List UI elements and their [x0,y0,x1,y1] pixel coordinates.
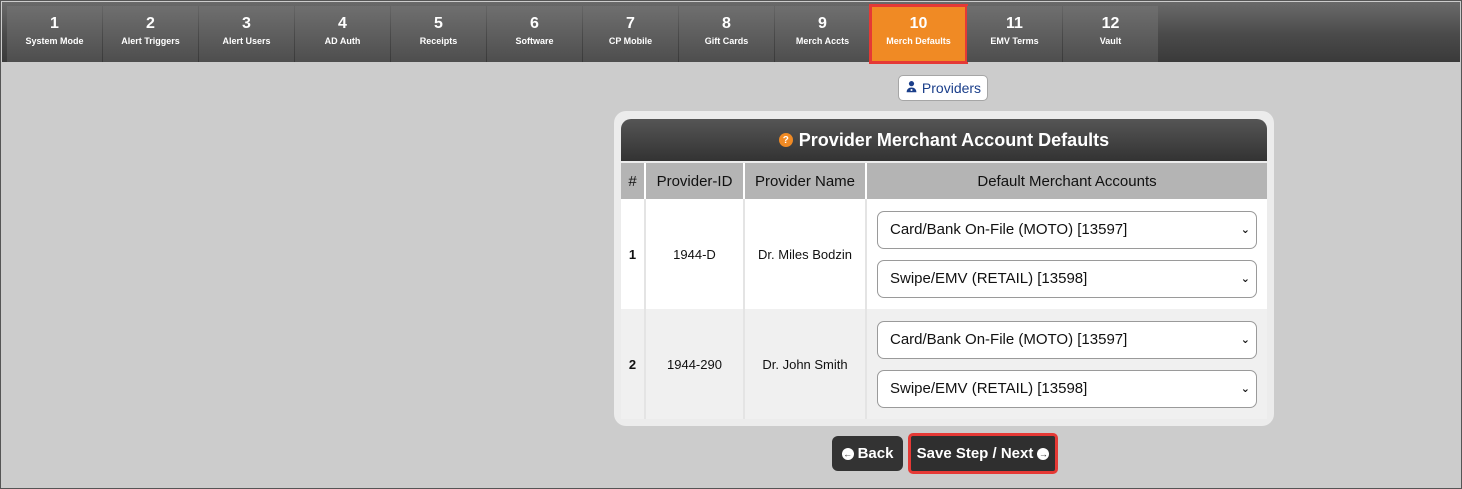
provider-defaults-panel: ? Provider Merchant Account Defaults # P… [614,111,1274,426]
step-label: Alert Triggers [121,36,180,46]
step-label: Merch Accts [795,36,850,46]
panel-header: ? Provider Merchant Account Defaults [621,119,1267,161]
step-number: 3 [242,15,251,32]
wizard-step-bar: 1 System Mode 2 Alert Triggers 3 Alert User… [2,2,1460,64]
step-number: 1 [50,15,59,32]
step-1[interactable]: 1 System Mode [7,6,102,62]
step-4[interactable]: 4 AD Auth [295,6,390,62]
provider-id: 1944-D [645,199,745,309]
save-next-button[interactable]: Save Step / Next → [908,433,1058,474]
save-next-label: Save Step / Next [916,445,1034,462]
row-index: 1 [621,199,646,309]
accounts-cell: Card/Bank On-File (MOTO) [13597] ⌄ Swipe/… [866,309,1267,419]
table-header-row: # Provider-ID Provider Name Default Merc… [621,163,1267,199]
providers-label: Providers [921,80,982,96]
step-10-active[interactable]: 10 Merch Defaults [869,4,968,64]
step-number: 4 [338,15,347,32]
chevron-down-icon: ⌄ [1240,334,1250,346]
arrow-circle-right-icon: → [1037,447,1050,460]
column-header-default-accounts: Default Merchant Accounts [866,163,1267,199]
select-value: Card/Bank On-File (MOTO) [13597] [890,221,1128,238]
step-label: EMV Terms [990,36,1039,46]
providers-button[interactable]: Providers [898,75,988,101]
retail-account-select[interactable]: Swipe/EMV (RETAIL) [13598] ⌄ [877,369,1257,408]
step-label: System Mode [25,36,84,46]
step-number: 7 [626,15,635,32]
column-header-provider-id: Provider-ID [645,163,745,199]
step-2[interactable]: 2 Alert Triggers [103,6,198,62]
arrow-circle-left-icon: ← [841,447,854,460]
step-7[interactable]: 7 CP Mobile [583,6,678,62]
step-label: AD Auth [324,36,361,46]
back-label: Back [857,445,894,462]
table-row: 2 1944-290 Dr. John Smith Card/Bank On-F… [621,309,1267,419]
provider-id: 1944-290 [645,309,745,419]
step-label: Software [515,36,554,46]
chevron-down-icon: ⌄ [1240,224,1250,236]
step-label: CP Mobile [608,36,653,46]
row-index: 2 [621,309,646,419]
column-header-index: # [621,163,646,199]
provider-name: Dr. John Smith [744,309,867,419]
select-value: Swipe/EMV (RETAIL) [13598] [890,270,1088,287]
providers-table: # Provider-ID Provider Name Default Merc… [621,163,1267,419]
step-6[interactable]: 6 Software [487,6,582,62]
back-button[interactable]: ← Back [832,436,903,471]
step-label: Receipts [419,36,458,46]
step-label: Merch Defaults [886,36,951,46]
step-5[interactable]: 5 Receipts [391,6,486,62]
step-number: 2 [146,15,155,32]
chevron-down-icon: ⌄ [1240,273,1250,285]
step-9[interactable]: 9 Merch Accts [775,6,870,62]
step-label: Alert Users [222,36,271,46]
question-circle-icon[interactable]: ? [778,133,793,147]
step-11[interactable]: 11 EMV Terms [967,6,1062,62]
moto-account-select[interactable]: Card/Bank On-File (MOTO) [13597] ⌄ [877,320,1257,359]
table-row: 1 1944-D Dr. Miles Bodzin Card/Bank On-F… [621,199,1267,309]
step-label: Vault [1099,36,1122,46]
provider-name: Dr. Miles Bodzin [744,199,867,309]
step-number: 5 [434,15,443,32]
select-value: Swipe/EMV (RETAIL) [13598] [890,380,1088,397]
panel-title: Provider Merchant Account Defaults [798,129,1110,150]
step-number: 6 [530,15,539,32]
moto-account-select[interactable]: Card/Bank On-File (MOTO) [13597] ⌄ [877,210,1257,249]
column-header-provider-name: Provider Name [744,163,867,199]
step-number: 12 [1101,15,1120,32]
step-8[interactable]: 8 Gift Cards [679,6,774,62]
step-number: 8 [722,15,731,32]
steps-list: 1 System Mode 2 Alert Triggers 3 Alert User… [7,4,1158,64]
select-value: Card/Bank On-File (MOTO) [13597] [890,331,1128,348]
step-label: Gift Cards [704,36,749,46]
step-number: 10 [909,15,928,32]
step-number: 11 [1006,15,1023,32]
accounts-cell: Card/Bank On-File (MOTO) [13597] ⌄ Swipe/… [866,199,1267,309]
retail-account-select[interactable]: Swipe/EMV (RETAIL) [13598] ⌄ [877,259,1257,298]
step-number: 9 [818,15,827,32]
chevron-down-icon: ⌄ [1240,383,1250,395]
step-3[interactable]: 3 Alert Users [199,6,294,62]
step-12[interactable]: 12 Vault [1063,6,1158,62]
user-doctor-icon [905,80,918,96]
